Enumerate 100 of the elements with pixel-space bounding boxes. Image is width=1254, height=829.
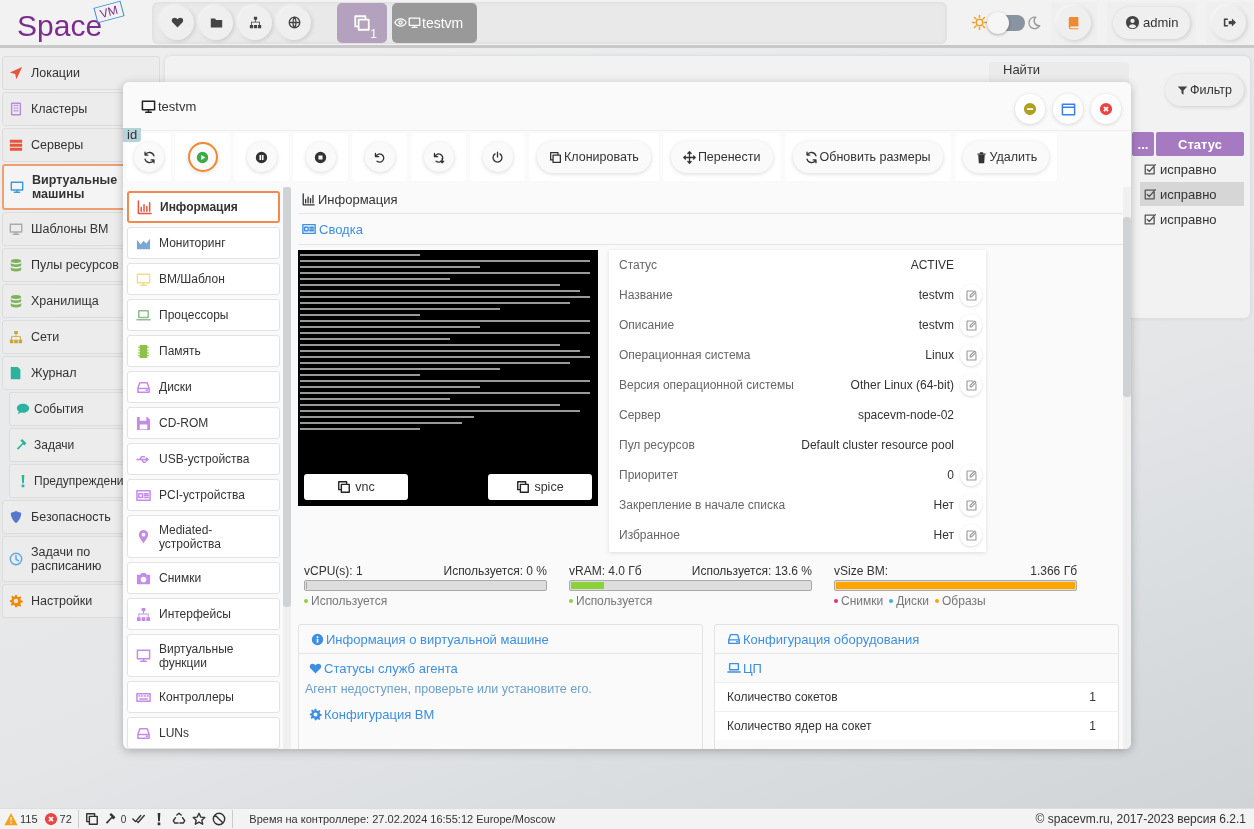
sidebar-label: Предупреждени (34, 474, 124, 488)
tab[interactable]: Диски (127, 371, 280, 403)
edit-button[interactable] (960, 314, 982, 336)
copy-icon (84, 812, 99, 826)
table-row[interactable]: исправно (1140, 207, 1244, 231)
toolbar-button[interactable] (423, 142, 454, 172)
document-icon (9, 366, 23, 380)
property-label: Закрепление в начале списка (619, 498, 786, 512)
meter-reading: Используется: 0 % (443, 564, 547, 578)
legend-label: Снимки (841, 594, 884, 608)
meter-label: vSize ВМ: (834, 564, 888, 578)
property-label: Статус (619, 258, 657, 272)
meter-reading: 1.366 Гб (1030, 564, 1077, 578)
tab[interactable]: PCI-устройства (127, 479, 280, 511)
table-row[interactable]: исправно (1140, 157, 1244, 181)
minimize-button[interactable] (1015, 94, 1045, 124)
tab[interactable]: Память (127, 335, 280, 367)
book-icon (1067, 15, 1081, 30)
property-value: ACTIVE (909, 258, 954, 272)
scrollbar[interactable] (283, 187, 291, 749)
logo[interactable]: Space VM (17, 0, 152, 45)
id-badge: id (123, 128, 142, 142)
location-arrow-icon (9, 66, 23, 80)
edit-icon (965, 319, 977, 331)
logout-icon (1222, 16, 1236, 29)
sidebar-label: Шаблоны ВМ (31, 222, 109, 236)
filter-icon (1177, 84, 1188, 96)
edit-button[interactable] (960, 374, 982, 396)
info-icon (311, 632, 324, 646)
sitemap-icon (9, 330, 23, 344)
gear-icon (9, 594, 23, 608)
toolbar-button[interactable]: Удалить (962, 141, 1050, 173)
tab[interactable]: Процессоры (127, 299, 280, 331)
table-row[interactable]: исправно (1140, 182, 1244, 206)
legend-label: Образы (942, 594, 986, 608)
edit-button[interactable] (960, 464, 982, 486)
tab[interactable]: ВМ/Шаблон (127, 263, 280, 295)
tab[interactable]: Интерфейсы (127, 598, 280, 630)
heart-icon (170, 16, 184, 29)
heart-icon (309, 661, 322, 675)
section-heading: Статусы служб агента (324, 660, 458, 676)
sitemap-icon (248, 16, 262, 29)
double-check-icon (132, 812, 147, 826)
memory-chip-icon (136, 343, 151, 359)
toolbar-button[interactable]: Перенести (670, 141, 773, 173)
tab[interactable]: Информация (127, 191, 280, 223)
tab[interactable]: Виртуальные функции (127, 634, 280, 677)
toolbar-button[interactable]: Клонировать (537, 141, 651, 173)
property-label: Операционная система (619, 348, 751, 362)
edit-button[interactable] (960, 494, 982, 516)
tab[interactable]: CD-ROM (127, 407, 280, 439)
console-button[interactable]: vnc (304, 474, 408, 500)
hard-drive-icon (136, 725, 151, 741)
tab[interactable]: USB-устройства (127, 443, 280, 475)
sitemap-icon (136, 606, 151, 622)
agent-note: Агент недоступен, проверьте или установите его. (304, 682, 593, 696)
theme-toggle[interactable] (989, 14, 1025, 31)
sidebar-label: Безопасность (31, 510, 111, 524)
tab[interactable]: LUNs (127, 717, 280, 749)
tab[interactable]: Снимки (127, 562, 280, 594)
errors-count: 72 (59, 813, 72, 825)
edit-button[interactable] (960, 524, 982, 546)
toolbar-button[interactable] (134, 142, 164, 172)
nav-button[interactable] (160, 5, 194, 40)
sidebar-item[interactable]: Локации (2, 56, 160, 90)
status-text: исправно (1160, 186, 1217, 202)
nav-button[interactable] (238, 5, 272, 40)
console-button[interactable]: spice (488, 474, 592, 500)
toolbar-button[interactable] (364, 142, 395, 172)
edit-button[interactable] (960, 284, 982, 306)
property-value: Other Linux (64-bit) (849, 378, 954, 392)
user-button[interactable]: admin (1113, 6, 1191, 39)
tab[interactable]: Mediated-устройства (127, 515, 280, 558)
checkbox-icon (1144, 187, 1157, 201)
toolbar-button[interactable] (246, 142, 277, 172)
toolbar-button[interactable] (482, 142, 513, 172)
checkbox-icon (1144, 212, 1157, 226)
toolbar-button[interactable] (305, 142, 336, 172)
property-value: testvm (917, 288, 954, 302)
edit-button[interactable] (960, 344, 982, 366)
ban-icon (212, 812, 227, 826)
property-label: Количество сокетов (727, 690, 838, 704)
toolbar-button[interactable]: Обновить размеры (792, 141, 943, 173)
legend-label: Диски (896, 594, 929, 608)
tab[interactable]: Мониторинг (127, 227, 280, 259)
nav-button[interactable] (199, 5, 233, 40)
maximize-button[interactable] (1053, 94, 1083, 124)
filter-button[interactable]: Фильтр (1165, 74, 1244, 106)
property-label: Версия операционной системы (619, 378, 794, 392)
card-icon (136, 487, 151, 503)
summary-title: Сводка (319, 221, 363, 237)
tab[interactable]: Контроллеры (127, 681, 280, 713)
property-label: Приоритет (619, 468, 679, 482)
nav-button[interactable] (277, 5, 311, 40)
restart-icon (432, 150, 445, 164)
scrollbar[interactable] (1123, 187, 1131, 749)
sidebar-label: Хранилища (31, 294, 99, 308)
close-button[interactable] (1091, 94, 1121, 124)
property-value: testvm (917, 318, 954, 332)
meter-reading: Используется: 13.6 % (691, 564, 812, 578)
